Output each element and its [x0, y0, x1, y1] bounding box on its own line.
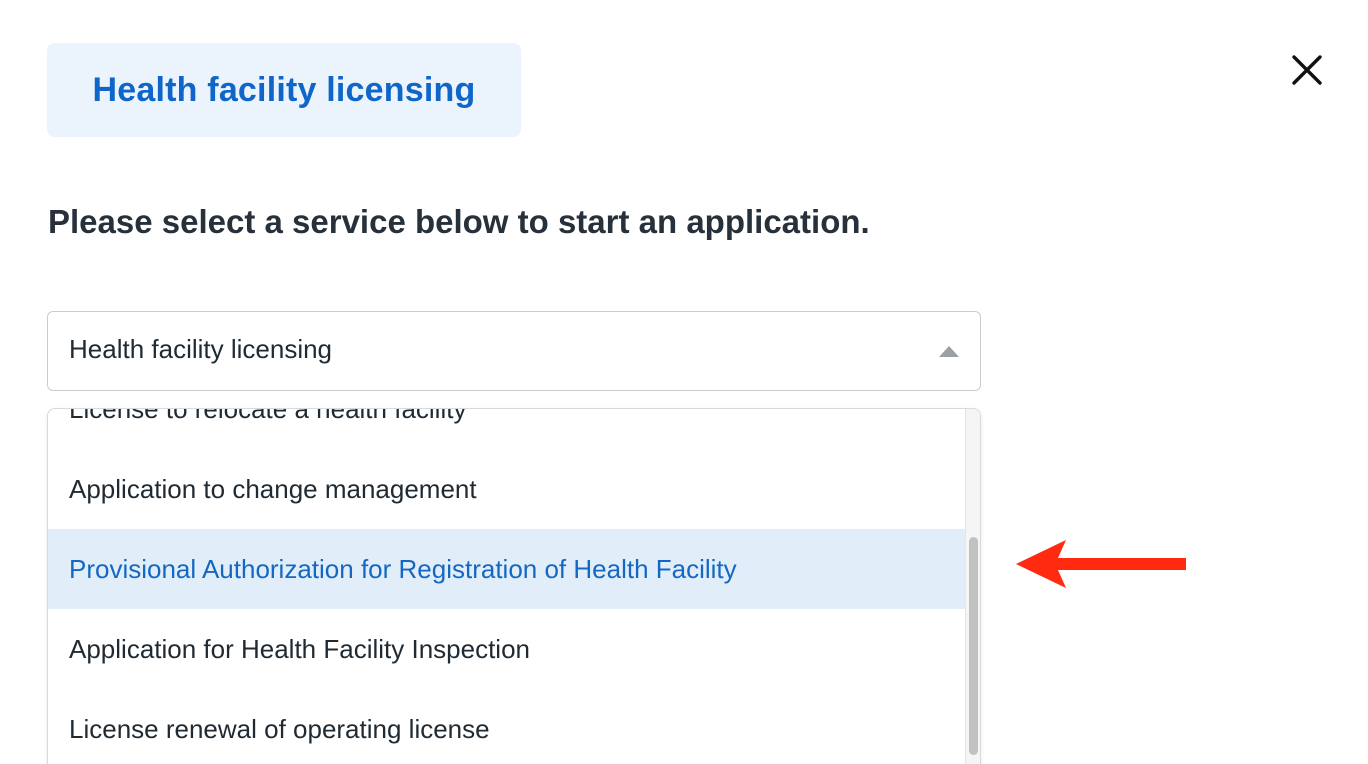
dropdown-options: License to relocate a health facility Ap… [48, 408, 966, 764]
option-label: License renewal of operating license [69, 713, 490, 744]
arrow-left-icon [1016, 540, 1186, 588]
close-button[interactable] [1284, 47, 1330, 93]
dropdown-option-inspection[interactable]: Application for Health Facility Inspecti… [48, 609, 966, 689]
service-dropdown-list[interactable]: License to relocate a health facility Ap… [47, 408, 981, 764]
dropdown-option-provisional-authorization[interactable]: Provisional Authorization for Registrati… [48, 529, 966, 609]
caret-up-icon [939, 346, 959, 357]
dropdown-scrollbar[interactable] [965, 409, 980, 764]
page-heading: Please select a service below to start a… [48, 203, 870, 240]
scrollbar-thumb[interactable] [969, 537, 978, 755]
close-icon [1292, 55, 1322, 85]
option-label: License to relocate a health facility [69, 408, 467, 424]
category-chip: Health facility licensing [47, 43, 521, 137]
option-label: Application to change management [69, 473, 477, 504]
dropdown-option-change-management[interactable]: Application to change management [48, 449, 966, 529]
select-current-value: Health facility licensing [69, 334, 333, 364]
dropdown-option-relocate[interactable]: License to relocate a health facility [48, 408, 966, 449]
service-category-select[interactable]: Health facility licensing [47, 311, 981, 391]
dropdown-option-license-renewal[interactable]: License renewal of operating license [48, 689, 966, 764]
category-chip-label: Health facility licensing [92, 70, 476, 109]
option-label: Provisional Authorization for Registrati… [69, 553, 737, 584]
option-label: Application for Health Facility Inspecti… [69, 633, 531, 664]
service-selection-modal: Health facility licensing Please select … [0, 0, 1368, 764]
